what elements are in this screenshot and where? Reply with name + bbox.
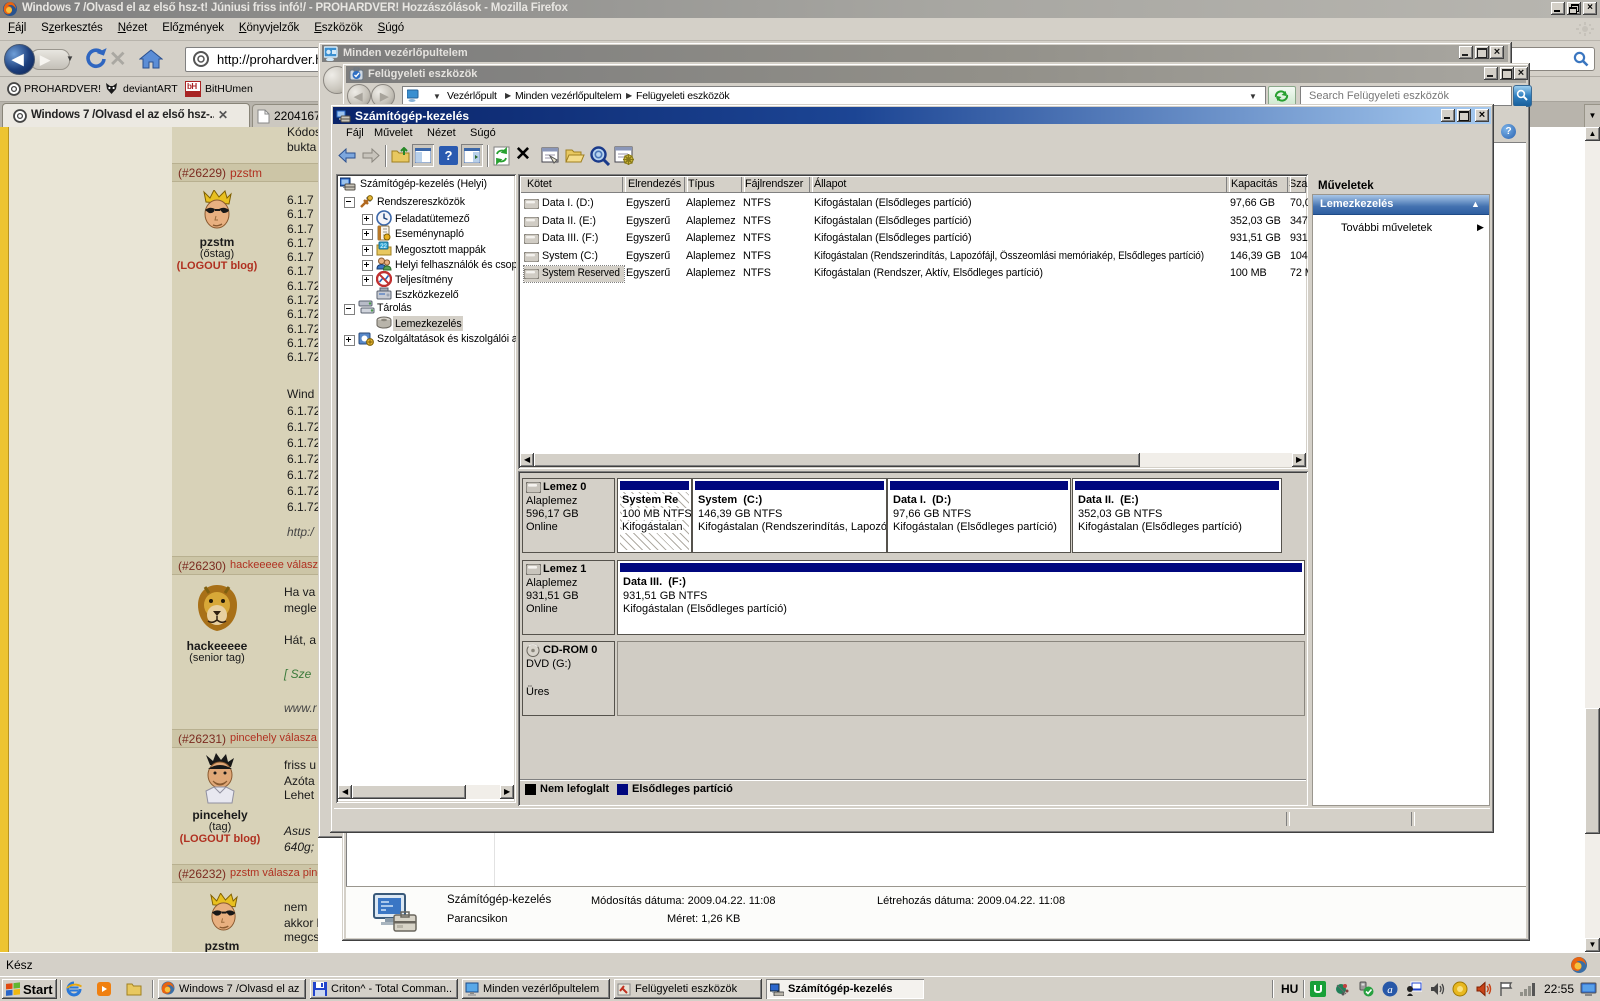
svg-text:a: a [1387, 984, 1393, 996]
svg-text:?: ? [445, 148, 453, 163]
svg-text:22: 22 [380, 244, 387, 250]
